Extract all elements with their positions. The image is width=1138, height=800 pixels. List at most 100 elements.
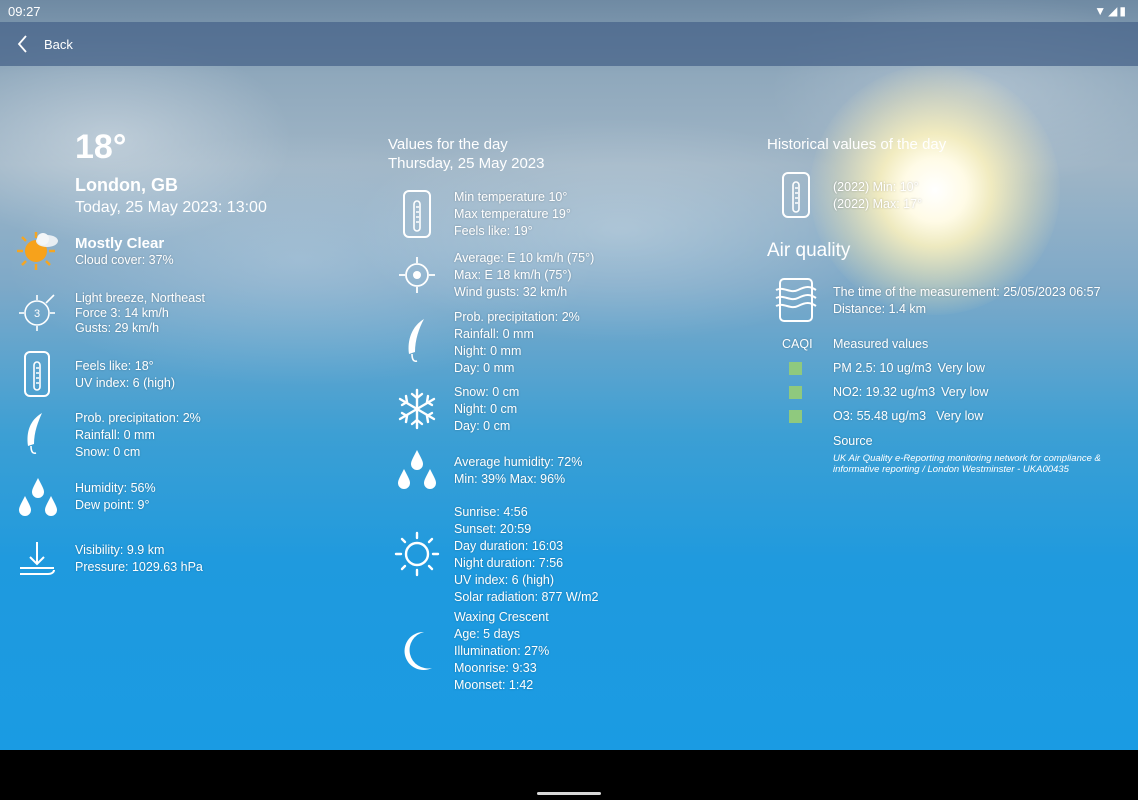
caqi-label: CAQI <box>782 337 813 351</box>
day-sun: Sunrise: 4:56 Sunset: 20:59 Day duration… <box>454 504 599 606</box>
moon-line: Moonset: 1:42 <box>454 678 534 692</box>
wind-force-badge: 3 <box>34 308 40 320</box>
moon-icon <box>398 628 438 674</box>
status-bar: 09:27 ▼◢▮ <box>0 0 1138 22</box>
current-humidity: Humidity: 56% Dew point: 9° <box>75 480 156 514</box>
cloud-cover: Cloud cover: 37% <box>75 253 174 267</box>
humidity-drops-icon <box>395 448 439 492</box>
feels-line: Feels like: 18° <box>75 359 154 373</box>
history-line: (2022) Min: 10° <box>833 180 919 194</box>
precip-line: Day: 0 mm <box>454 361 515 375</box>
measurement-line: Distance: 1.4 km <box>833 302 927 316</box>
air-row: O3: 55.48 ug/m3 Very low <box>833 408 983 425</box>
current-feels: Feels like: 18° UV index: 6 (high) <box>75 358 175 392</box>
wind-compass-icon <box>397 255 437 295</box>
precip-line: Prob. precipitation: 2% <box>75 411 201 425</box>
precip-line: Snow: 0 cm <box>75 445 141 459</box>
thermometer-icon <box>780 171 812 219</box>
air-level: Very low <box>937 361 985 375</box>
sun-line: Sunset: 20:59 <box>454 522 532 536</box>
humidity-line: Min: 39% Max: 96% <box>454 472 566 486</box>
chevron-left-icon <box>17 35 27 53</box>
thermometer-icon <box>22 350 52 398</box>
visibility-icon <box>16 540 58 580</box>
air-row: PM 2.5: 10 ug/m3 Very low <box>833 360 985 377</box>
humidity-line: Humidity: 56% <box>75 481 156 495</box>
day-wind: Average: E 10 km/h (75°) Max: E 18 km/h … <box>454 250 594 301</box>
status-time: 09:27 <box>8 4 41 19</box>
precip-line: Rainfall: 0 mm <box>454 327 534 341</box>
humidity-line: Dew point: 9° <box>75 498 150 512</box>
snow-line: Night: 0 cm <box>454 402 518 416</box>
wind-line: Wind gusts: 32 km/h <box>454 285 568 299</box>
air-quality-heading: Air quality <box>767 240 851 261</box>
history-line: (2022) Max: 17° <box>833 197 923 211</box>
measurement-line: The time of the measurement: 25/05/2023 … <box>833 285 1101 299</box>
wind-line: Max: E 18 km/h (75°) <box>454 268 572 282</box>
measured-values-label: Measured values <box>833 337 929 351</box>
current-temperature: 18° <box>75 128 127 166</box>
snow-line: Snow: 0 cm <box>454 385 520 399</box>
humidity-drops-icon <box>16 476 60 518</box>
weather-screen: 09:27 ▼◢▮ Back 18° London, GB Today, 25 … <box>0 0 1138 750</box>
caqi-level-indicator <box>789 386 802 399</box>
air-value: O3: 55.48 ug/m3 <box>833 409 927 423</box>
source-line[interactable]: UK Air Quality e-Reporting monitoring ne… <box>833 453 1101 464</box>
source-label: Source <box>833 434 873 448</box>
caqi-level-indicator <box>789 362 802 375</box>
precip-line: Rainfall: 0 mm <box>75 428 155 442</box>
sun-line: UV index: 6 (high) <box>454 573 555 587</box>
wind-line: Gusts: 29 km/h <box>75 321 160 335</box>
moon-line: Illumination: 27% <box>454 644 550 658</box>
caqi-level-indicator <box>789 410 802 423</box>
sun-line: Sunrise: 4:56 <box>454 505 528 519</box>
temp-line: Max temperature 19° <box>454 207 571 221</box>
back-label: Back <box>44 36 73 52</box>
history-heading: Historical values of the day <box>767 136 947 153</box>
current-wind: Light breeze, Northeast Force 3: 14 km/h… <box>75 290 205 337</box>
sun-line: Night duration: 7:56 <box>454 556 564 570</box>
temp-line: Feels like: 19° <box>454 224 533 238</box>
day-snow: Snow: 0 cm Night: 0 cm Day: 0 cm <box>454 384 519 435</box>
visibility-line: Pressure: 1029.63 hPa <box>75 560 203 574</box>
home-gesture-handle[interactable] <box>537 792 601 795</box>
wind-line: Average: E 10 km/h (75°) <box>454 251 595 265</box>
umbrella-icon <box>400 316 434 366</box>
current-precip: Prob. precipitation: 2% Rainfall: 0 mm S… <box>75 410 201 461</box>
precip-line: Prob. precipitation: 2% <box>454 310 580 324</box>
moon-line: Age: 5 days <box>454 627 521 641</box>
day-heading: Values for the day <box>388 136 508 153</box>
condition-text: Mostly Clear <box>75 235 165 252</box>
partly-sunny-icon <box>14 228 60 272</box>
status-icons: ▼◢▮ <box>1094 4 1128 18</box>
umbrella-icon <box>20 410 52 458</box>
back-button[interactable]: Back <box>12 32 73 56</box>
navigation-bar <box>0 750 1138 800</box>
sun-line: Day duration: 16:03 <box>454 539 564 553</box>
day-date: Thursday, 25 May 2023 <box>388 155 545 172</box>
air-row: NO2: 19.32 ug/m3 Very low <box>833 384 988 401</box>
air-value: PM 2.5: 10 ug/m3 <box>833 361 932 375</box>
current-datetime: Today, 25 May 2023: 13:00 <box>75 199 267 216</box>
thermometer-icon <box>401 189 433 239</box>
snowflake-icon <box>396 387 438 431</box>
day-moon: Waxing Crescent Age: 5 days Illumination… <box>454 609 549 694</box>
moon-line: Waxing Crescent <box>454 610 549 624</box>
history-values: (2022) Min: 10° (2022) Max: 17° <box>833 179 922 213</box>
precip-line: Night: 0 mm <box>454 344 522 358</box>
day-precip: Prob. precipitation: 2% Rainfall: 0 mm N… <box>454 309 580 377</box>
current-visibility: Visibility: 9.9 km Pressure: 1029.63 hPa <box>75 542 203 576</box>
sun-line: Solar radiation: 877 W/m2 <box>454 590 599 604</box>
temp-line: Min temperature 10° <box>454 190 568 204</box>
sun-icon <box>394 531 440 577</box>
visibility-line: Visibility: 9.9 km <box>75 543 165 557</box>
source-line[interactable]: informative reporting / London Westminst… <box>833 464 1101 475</box>
day-humidity: Average humidity: 72% Min: 39% Max: 96% <box>454 454 582 488</box>
air-level: Very low <box>941 385 989 399</box>
day-temps: Min temperature 10° Max temperature 19° … <box>454 189 571 240</box>
air-value: NO2: 19.32 ug/m3 <box>833 385 936 399</box>
feels-line: UV index: 6 (high) <box>75 376 176 390</box>
air-measurement: The time of the measurement: 25/05/2023 … <box>833 284 1101 318</box>
air-quality-icon <box>774 276 818 324</box>
wind-compass-icon: 3 <box>16 292 58 334</box>
